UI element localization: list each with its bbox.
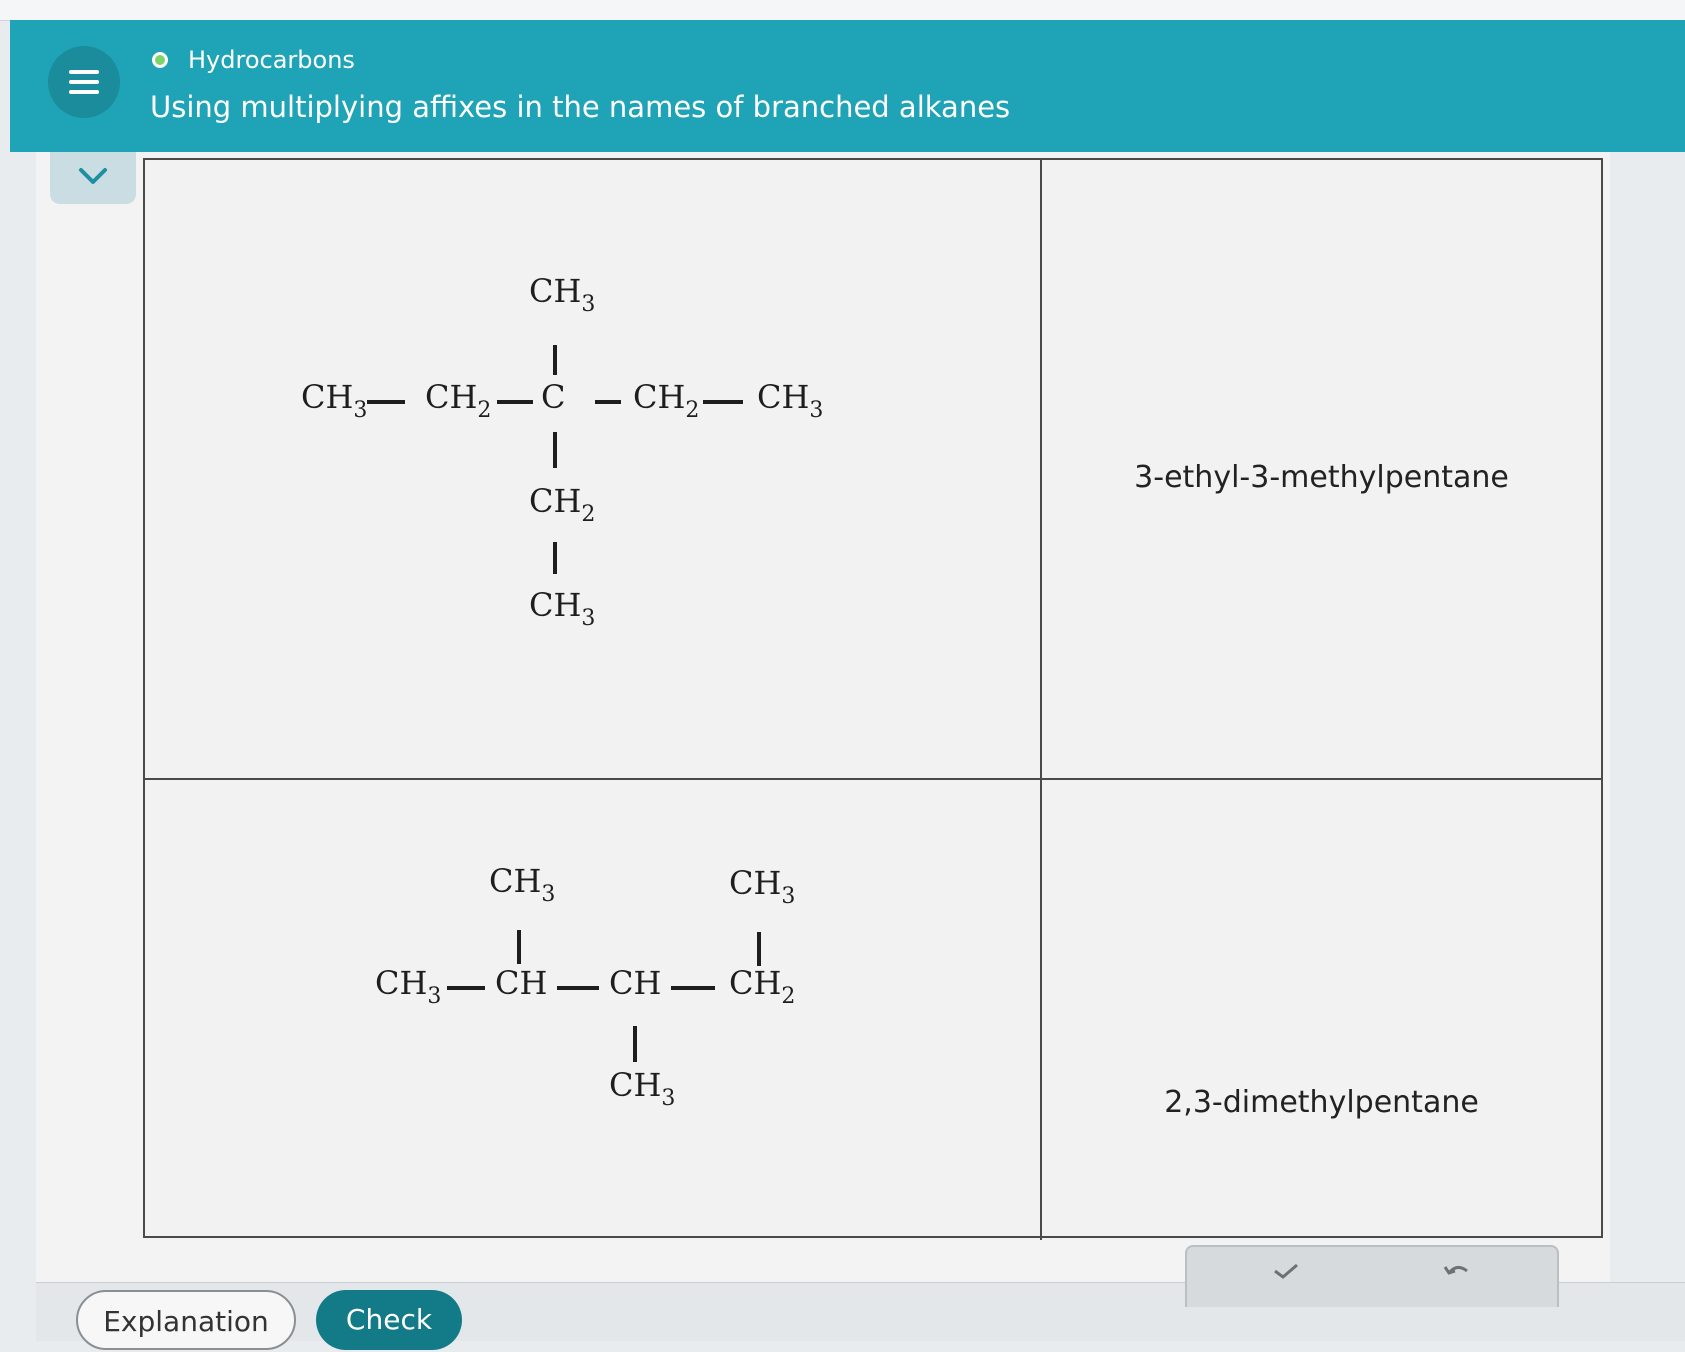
collapse-button[interactable] xyxy=(50,152,136,204)
atom-top-right: CH3 xyxy=(729,864,795,909)
header-bar: Hydrocarbons Using multiplying affixes i… xyxy=(10,20,1685,152)
alkane-table: CH3 CH3 CH2 C CH2 CH3 CH2 CH3 3-ethyl-3-… xyxy=(143,158,1603,1240)
table-cell-structure-2: CH3 CH3 CH3 CH CH CH2 CH3 xyxy=(145,780,1042,1240)
table-cell-name-1: 3-ethyl-3-methylpentane xyxy=(1042,160,1601,780)
main-chain-1: CH3 xyxy=(375,964,441,1009)
atom-bottom-1: CH2 xyxy=(529,482,595,527)
main-chain-4: CH2 xyxy=(729,964,795,1009)
main-chain-2: CH xyxy=(495,964,547,1002)
menu-icon-bar xyxy=(69,80,99,84)
menu-icon-bar xyxy=(69,90,99,94)
atom-top: CH3 xyxy=(529,272,595,317)
table-cell-structure-1: CH3 CH3 CH2 C CH2 CH3 CH2 CH3 xyxy=(145,160,1042,780)
menu-button[interactable] xyxy=(48,46,120,118)
topic-label: Hydrocarbons xyxy=(188,46,355,74)
page-title: Using multiplying affixes in the names o… xyxy=(150,90,1011,124)
alkane-name-2: 2,3-dimethylpentane xyxy=(1164,1085,1479,1120)
check-mark-icon xyxy=(1274,1263,1298,1279)
undo-icon xyxy=(1443,1266,1468,1275)
main-chain-1: CH3 xyxy=(301,378,367,423)
browser-top-strip xyxy=(0,0,1685,21)
main-chain-4: CH3 xyxy=(757,378,823,423)
structure-3-ethyl-3-methylpentane: CH3 CH3 CH2 C CH2 CH3 CH2 CH3 xyxy=(301,272,823,631)
table-cell-name-2: 2,3-dimethylpentane xyxy=(1042,780,1601,1240)
atom-bottom-2: CH3 xyxy=(529,586,595,631)
main-chain-2: CH2 xyxy=(425,378,491,423)
atom-bottom: CH3 xyxy=(609,1066,675,1111)
chevron-down-icon xyxy=(79,168,107,184)
main-chain-3: CH2 xyxy=(633,378,699,423)
atom-top-left: CH3 xyxy=(489,862,555,907)
structure-2-3-dimethylpentane: CH3 CH3 CH3 CH CH CH2 CH3 xyxy=(375,862,795,1111)
topic-status-icon xyxy=(152,52,168,68)
tool-panel[interactable] xyxy=(1185,1245,1559,1307)
explanation-button[interactable]: Explanation xyxy=(76,1290,296,1350)
alkane-name-1: 3-ethyl-3-methylpentane xyxy=(1134,460,1509,495)
menu-icon xyxy=(69,70,99,74)
main-chain-c: C xyxy=(541,378,565,416)
check-button[interactable]: Check xyxy=(316,1290,462,1350)
main-chain-3: CH xyxy=(609,964,661,1002)
